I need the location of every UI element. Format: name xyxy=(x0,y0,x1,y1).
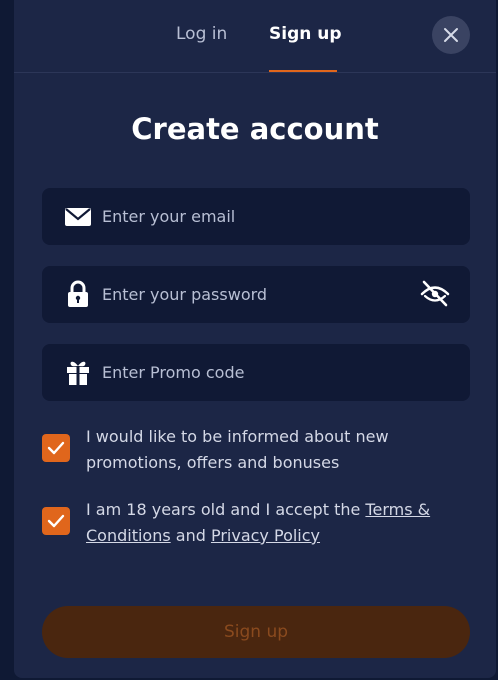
terms-checkbox[interactable] xyxy=(42,507,70,535)
promo-field[interactable] xyxy=(42,344,470,401)
signup-modal: Log in Sign up Create account Enter your… xyxy=(14,0,496,678)
email-input[interactable] xyxy=(102,188,402,245)
eye-slash-icon[interactable] xyxy=(418,279,452,309)
password-field[interactable] xyxy=(42,266,470,323)
terms-and: and xyxy=(170,526,211,545)
close-icon xyxy=(444,28,458,42)
auth-tabs: Log in Sign up xyxy=(14,0,496,73)
signup-button[interactable]: Sign up xyxy=(42,606,470,658)
lock-icon xyxy=(68,280,88,307)
page-title: Create account xyxy=(131,112,379,146)
promo-input[interactable] xyxy=(102,344,402,401)
privacy-link[interactable]: Privacy Policy xyxy=(211,526,320,545)
checkmark-icon xyxy=(47,514,65,528)
terms-label: I am 18 years old and I accept the Terms… xyxy=(86,497,466,549)
envelope-icon xyxy=(65,208,91,226)
password-input[interactable] xyxy=(102,266,402,323)
close-button[interactable] xyxy=(432,16,470,54)
tab-signup[interactable]: Sign up xyxy=(269,24,342,44)
newsletter-checkbox[interactable] xyxy=(42,434,70,462)
newsletter-label: I would like to be informed about new pr… xyxy=(86,427,389,472)
checkmark-icon xyxy=(47,441,65,455)
gift-icon xyxy=(67,361,89,385)
terms-prefix: I am 18 years old and I accept the xyxy=(86,500,366,519)
email-field[interactable] xyxy=(42,188,470,245)
tab-login[interactable]: Log in xyxy=(176,24,227,44)
active-tab-indicator xyxy=(269,70,337,72)
